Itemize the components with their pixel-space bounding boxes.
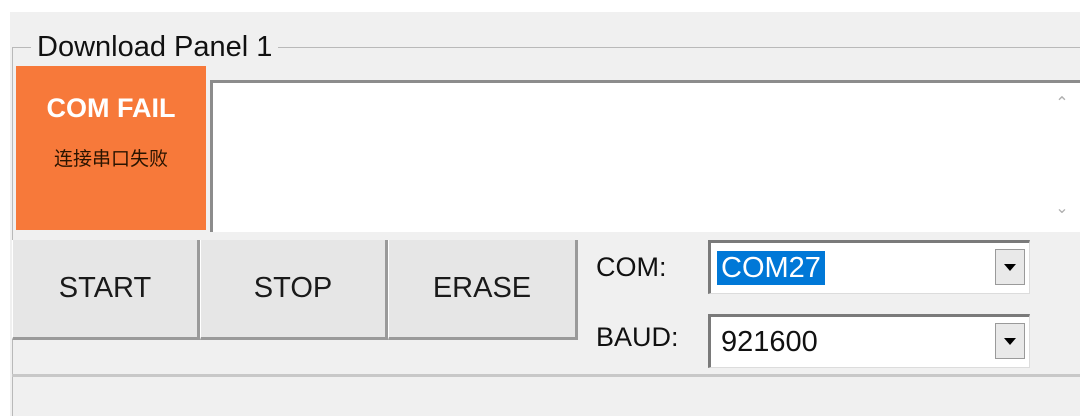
baud-dropdown-button[interactable] xyxy=(995,323,1025,359)
stop-button[interactable]: STOP xyxy=(200,240,388,340)
divider xyxy=(12,374,1080,377)
groupbox-border-left xyxy=(12,47,13,416)
chevron-up-icon[interactable]: ⌃ xyxy=(1050,93,1074,115)
baud-rate-value: 921600 xyxy=(721,326,818,358)
status-indicator: COM FAIL 连接串口失败 xyxy=(16,66,206,230)
status-title: COM FAIL xyxy=(46,93,176,123)
status-subtitle: 连接串口失败 xyxy=(53,149,168,170)
window-left-edge xyxy=(0,0,10,416)
com-port-select[interactable]: COM27 xyxy=(708,240,1030,294)
chevron-down-icon[interactable]: ⌄ xyxy=(1050,198,1074,220)
start-button[interactable]: START xyxy=(12,240,200,340)
window-top-edge xyxy=(0,0,1080,12)
com-dropdown-button[interactable] xyxy=(995,249,1025,285)
erase-button[interactable]: ERASE xyxy=(388,240,578,340)
groupbox-title: Download Panel 1 xyxy=(31,28,279,66)
log-textarea[interactable]: ⌃ ⌄ xyxy=(210,80,1080,232)
com-port-value: COM27 xyxy=(717,251,825,285)
com-label: COM: xyxy=(596,252,667,282)
dropdown-arrow-icon xyxy=(1004,337,1016,345)
baud-rate-select[interactable]: 921600 xyxy=(708,314,1030,368)
baud-label: BAUD: xyxy=(596,322,679,352)
dropdown-arrow-icon xyxy=(1004,263,1016,271)
